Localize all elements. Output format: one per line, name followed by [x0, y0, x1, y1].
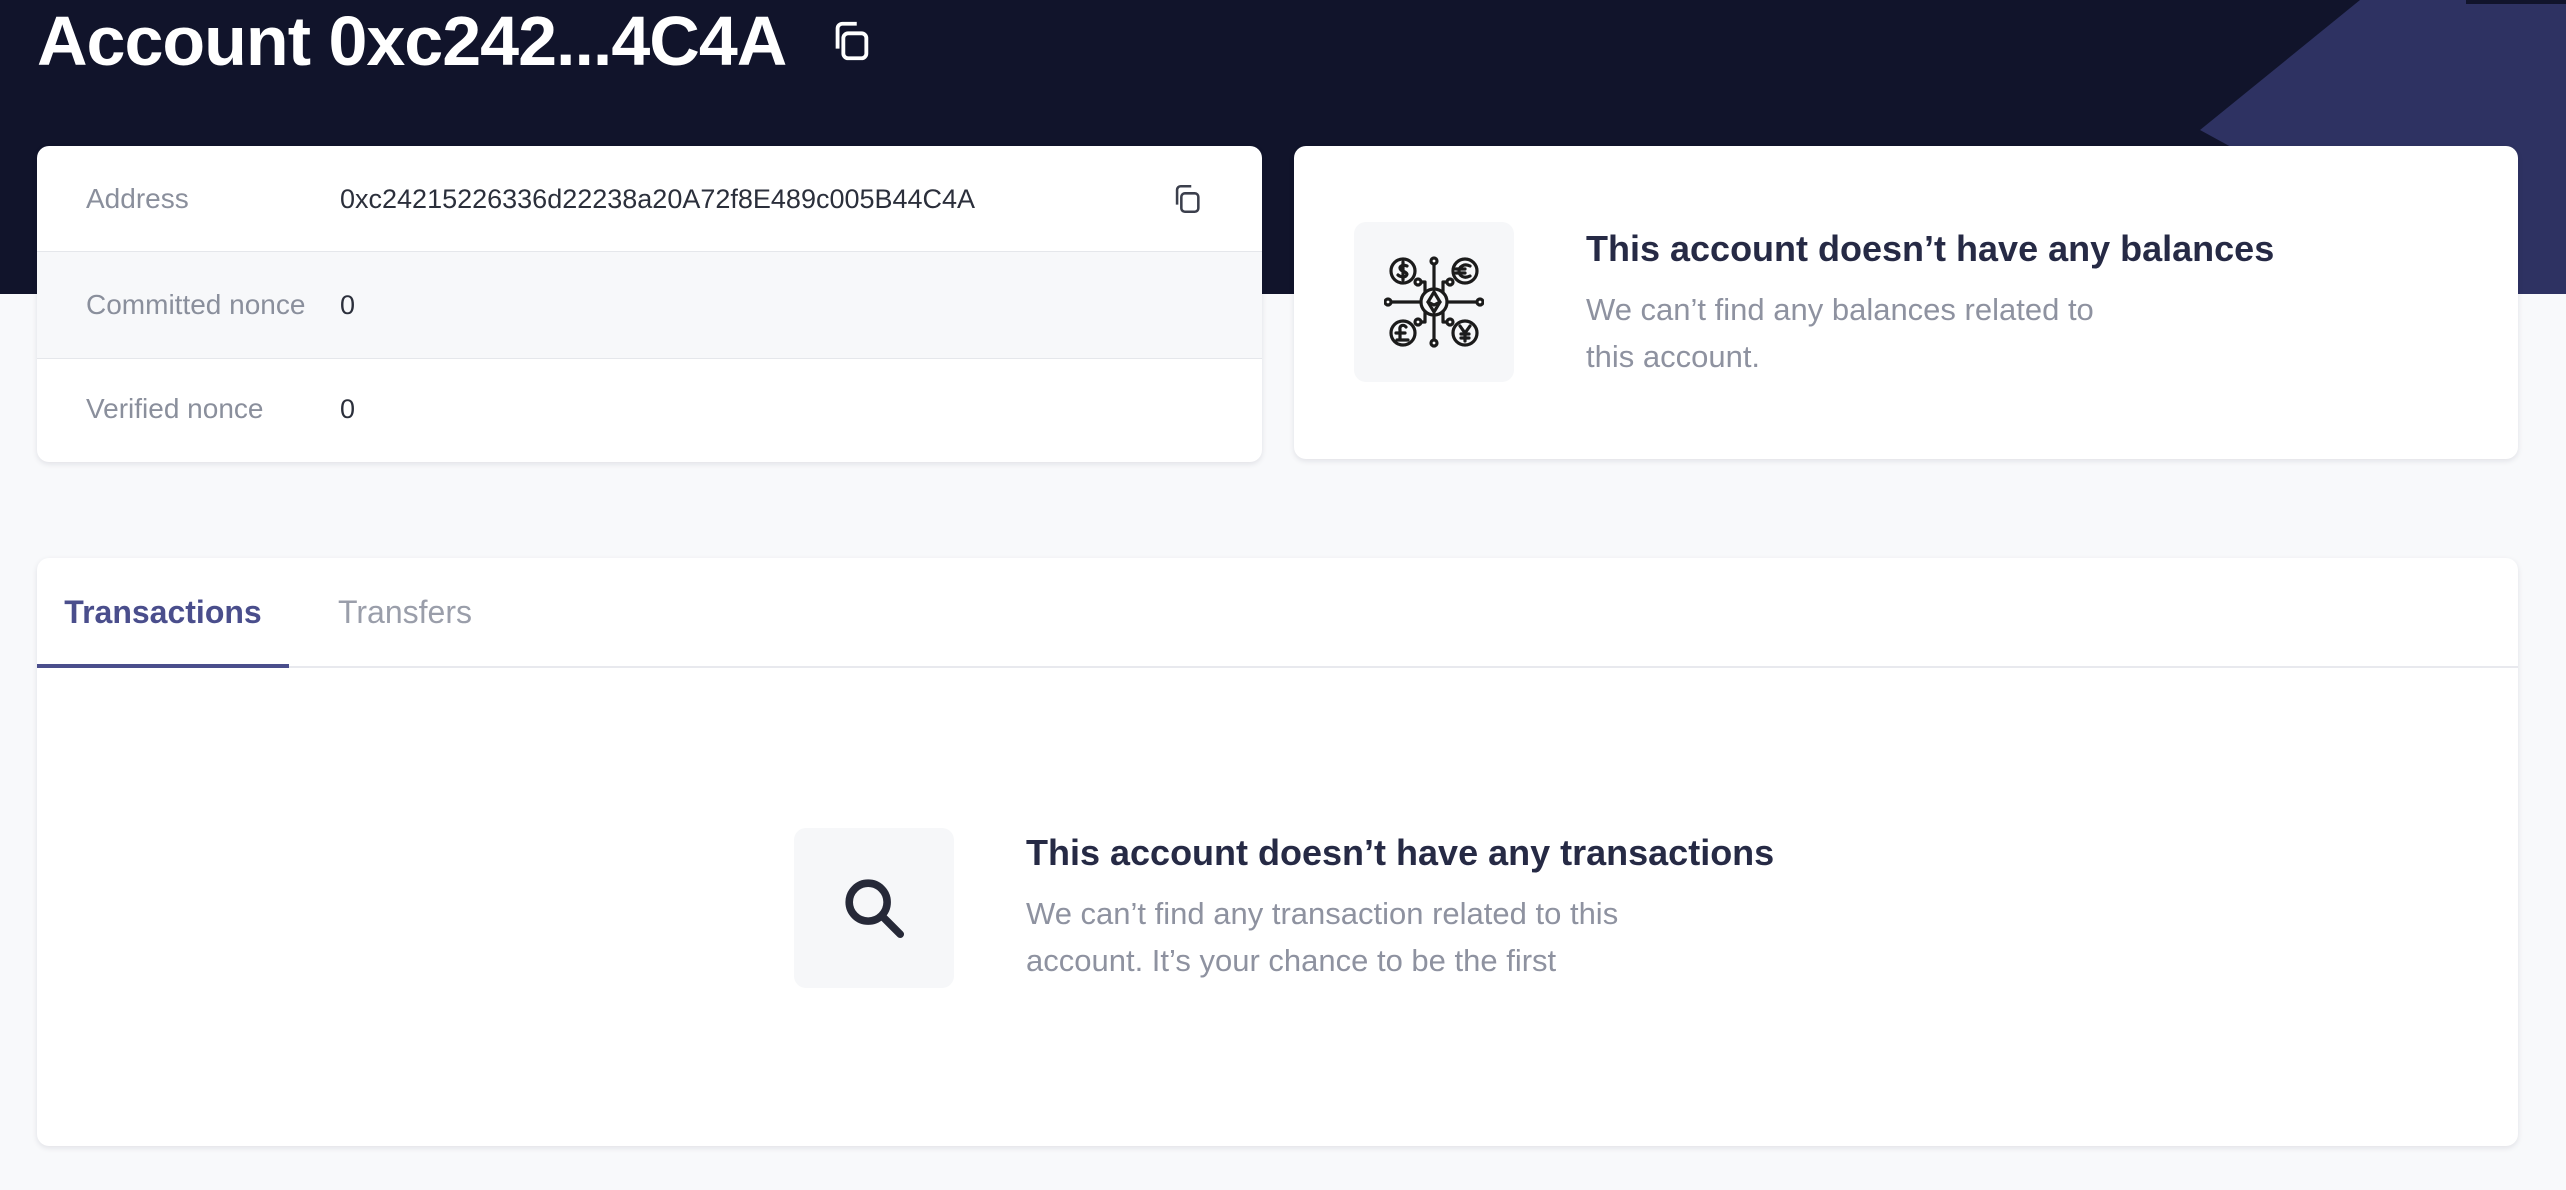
copy-icon[interactable] — [1167, 179, 1207, 219]
committed-nonce-label: Committed nonce — [86, 289, 306, 320]
copy-icon[interactable] — [826, 16, 876, 66]
activity-card: Transactions Transfers This account does… — [37, 558, 2518, 1146]
tab-transfers[interactable]: Transfers — [321, 558, 489, 666]
balances-icon-box — [1354, 222, 1514, 382]
currency-network-icon — [1384, 256, 1484, 348]
transactions-empty-title: This account doesn’t have any transactio… — [1026, 832, 1775, 873]
balances-empty-title: This account doesn’t have any balances — [1586, 228, 2275, 269]
address-label: Address — [86, 183, 189, 214]
verified-nonce-value: 0 — [340, 393, 356, 424]
verified-nonce-row: Verified nonce 0 — [37, 356, 1262, 462]
balances-card: This account doesn’t have any balances W… — [1294, 146, 2518, 459]
address-row: Address 0xc24215226336d22238a20A72f8E489… — [37, 146, 1262, 252]
page-title: Account 0xc242...4C4A — [37, 2, 787, 80]
committed-nonce-value: 0 — [340, 289, 356, 320]
committed-nonce-row: Committed nonce 0 — [37, 251, 1262, 359]
header-decoration-notch — [2466, 0, 2566, 4]
search-icon — [845, 879, 905, 939]
page-title-row: Account 0xc242...4C4A — [37, 0, 876, 82]
transactions-empty-description: We can’t find any transaction related to… — [1026, 896, 1619, 978]
address-value: 0xc24215226336d22238a20A72f8E489c005B44C… — [340, 183, 976, 214]
verified-nonce-label: Verified nonce — [86, 393, 264, 424]
balances-empty-description: We can’t find any balances related to th… — [1586, 292, 2094, 374]
tab-transactions[interactable]: Transactions — [37, 558, 289, 668]
transactions-icon-box — [794, 828, 954, 988]
tab-bar: Transactions Transfers — [37, 558, 2518, 668]
account-info-card: Address 0xc24215226336d22238a20A72f8E489… — [37, 146, 1262, 462]
